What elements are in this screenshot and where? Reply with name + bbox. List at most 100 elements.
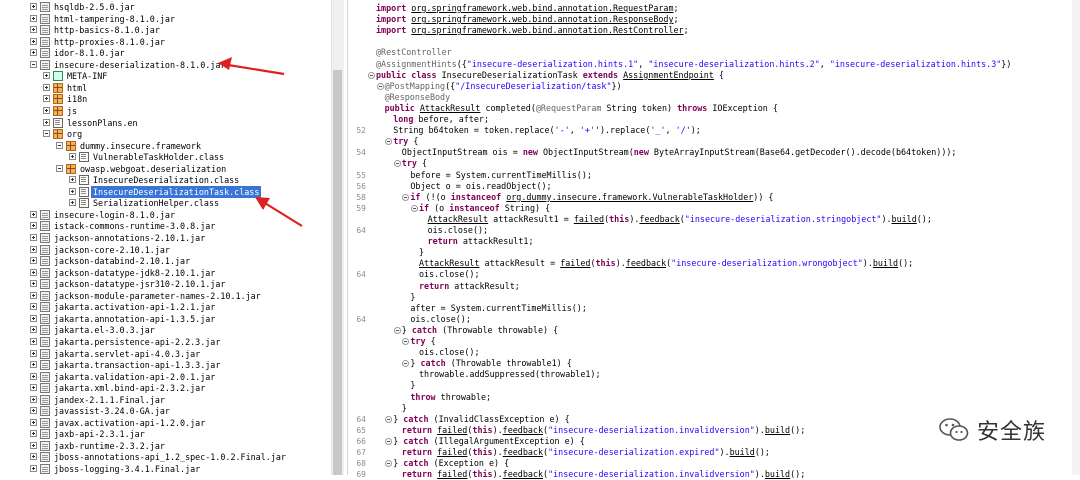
expand-icon[interactable]	[30, 222, 37, 230]
expand-icon[interactable]	[69, 153, 76, 161]
tree-item[interactable]: jboss-annotations-api_1.2_spec-1.0.2.Fin…	[0, 451, 330, 463]
tree-item[interactable]: insecure-login-8.1.0.jar	[0, 209, 330, 221]
code-line[interactable]: import org.springframework.web.bind.anno…	[376, 14, 679, 25]
tree-item-label[interactable]: insecure-login-8.1.0.jar	[52, 209, 177, 221]
code-line[interactable]: AttackResult attackResult = failed(this)…	[419, 258, 913, 269]
code-line[interactable]: return failed(this).feedback("insecure-d…	[402, 447, 770, 458]
code-line[interactable]: @AssignmentHints({"insecure-deserializat…	[376, 59, 1011, 70]
tree-item-label[interactable]: idor-8.1.0.jar	[52, 47, 127, 59]
expand-icon[interactable]	[30, 14, 37, 22]
tree-item[interactable]: i18n	[0, 93, 330, 105]
tree-item[interactable]: istack-commons-runtime-3.0.8.jar	[0, 220, 330, 232]
expand-icon[interactable]	[30, 430, 37, 438]
tree-item[interactable]: http-basics-8.1.0.jar	[0, 24, 330, 36]
expand-icon[interactable]	[30, 26, 37, 34]
tree-item[interactable]: org	[0, 128, 330, 140]
tree-item[interactable]: jackson-annotations-2.10.1.jar	[0, 232, 330, 244]
code-line[interactable]: long before, after;	[393, 114, 489, 125]
code-line[interactable]: } catch (Throwable throwable1) {	[410, 358, 571, 369]
collapse-icon[interactable]	[30, 60, 37, 68]
expand-icon[interactable]	[69, 187, 76, 195]
tree-item-label[interactable]: jackson-module-parameter-names-2.10.1.ja…	[52, 290, 263, 302]
code-line[interactable]: } catch (InvalidClassException e) {	[393, 414, 570, 425]
expand-icon[interactable]	[30, 337, 37, 345]
expand-icon[interactable]	[43, 72, 50, 80]
tree-item-label[interactable]: html	[65, 82, 89, 94]
code-line[interactable]: try {	[402, 158, 427, 169]
tree-item[interactable]: InsecureDeserializationTask.class	[0, 185, 330, 198]
tree-item-label[interactable]: jakarta.xml.bind-api-2.3.2.jar	[52, 382, 207, 394]
code-editor[interactable]: import org.springframework.web.bind.anno…	[347, 0, 1080, 479]
tree-item[interactable]: http-proxies-8.1.0.jar	[0, 36, 330, 48]
tree-item[interactable]: html	[0, 82, 330, 94]
tree-item-label[interactable]: SerializationHelper.class	[91, 197, 221, 209]
tree-item[interactable]: lessonPlans.en	[0, 117, 330, 129]
fold-icon[interactable]	[368, 71, 375, 79]
code-line[interactable]: if (o instanceof String) {	[419, 203, 550, 214]
code-line[interactable]: AttackResult attackResult1 = failed(this…	[428, 214, 932, 225]
expand-icon[interactable]	[30, 49, 37, 57]
tree-item[interactable]: jackson-databind-2.10.1.jar	[0, 255, 330, 267]
fold-icon[interactable]	[402, 338, 410, 345]
tree-item[interactable]: jboss-logging-3.4.1.Final.jar	[0, 463, 330, 475]
code-line[interactable]: }	[419, 247, 424, 258]
tree-item-label[interactable]: jakarta.transaction-api-1.3.3.jar	[52, 359, 222, 371]
editor-scrollbar[interactable]	[1072, 0, 1080, 475]
fold-icon[interactable]	[385, 415, 393, 423]
tree-item[interactable]: jackson-datatype-jsr310-2.10.1.jar	[0, 278, 330, 290]
expand-icon[interactable]	[30, 465, 37, 472]
fold-icon[interactable]	[393, 160, 401, 168]
fold-icon[interactable]	[402, 360, 410, 368]
tree-item[interactable]: InsecureDeserialization.class	[0, 174, 330, 186]
code-line[interactable]: } catch (Exception e) {	[393, 458, 509, 469]
code-line[interactable]: @RestController	[376, 47, 452, 58]
tree-item[interactable]: insecure-deserialization-8.1.0.jar	[0, 59, 330, 71]
expand-icon[interactable]	[30, 361, 37, 369]
tree-item[interactable]: jakarta.annotation-api-1.3.5.jar	[0, 313, 330, 325]
code-line[interactable]: ois.close();	[410, 314, 471, 325]
expand-icon[interactable]	[30, 407, 37, 415]
code-line[interactable]: try {	[410, 336, 435, 347]
expand-icon[interactable]	[30, 303, 37, 311]
tree-item-label[interactable]: jackson-datatype-jsr310-2.10.1.jar	[52, 278, 227, 290]
tree-item[interactable]: jackson-datatype-jdk8-2.10.1.jar	[0, 267, 330, 279]
expand-icon[interactable]	[30, 3, 37, 10]
expand-icon[interactable]	[30, 314, 37, 322]
tree-item-label[interactable]: jackson-datatype-jdk8-2.10.1.jar	[52, 267, 217, 279]
expand-icon[interactable]	[30, 453, 37, 461]
collapse-icon[interactable]	[43, 130, 50, 138]
expand-icon[interactable]	[30, 234, 37, 241]
code-line[interactable]: if (!(o instanceof org.dummy.insecure.fr…	[410, 192, 773, 203]
tree-item-label[interactable]: dummy.insecure.framework	[78, 140, 203, 152]
tree-item[interactable]: jakarta.transaction-api-1.3.3.jar	[0, 359, 330, 371]
fold-icon[interactable]	[393, 326, 401, 334]
tree-item[interactable]: SerializationHelper.class	[0, 197, 330, 209]
expand-icon[interactable]	[30, 395, 37, 403]
fold-icon[interactable]	[411, 204, 418, 212]
tree-item[interactable]: jakarta.activation-api-1.2.1.jar	[0, 301, 330, 313]
expand-icon[interactable]	[30, 384, 37, 392]
code-line[interactable]: throwable.addSuppressed(throwable1);	[419, 369, 601, 380]
tree-item[interactable]: VulnerableTaskHolder.class	[0, 151, 330, 163]
expand-icon[interactable]	[43, 118, 50, 126]
tree-item-label[interactable]: jaxb-api-2.3.1.jar	[52, 428, 147, 440]
fold-icon[interactable]	[385, 138, 393, 146]
tree-item-label[interactable]: jboss-logging-3.4.1.Final.jar	[52, 463, 202, 475]
fold-icon[interactable]	[385, 460, 393, 468]
tree-item-label[interactable]: jakarta.validation-api-2.0.1.jar	[52, 371, 217, 383]
code-line[interactable]: throw throwable;	[410, 392, 491, 403]
code-line[interactable]: return failed(this).feedback("insecure-d…	[402, 425, 805, 436]
tree-item-label[interactable]: jandex-2.1.1.Final.jar	[52, 394, 167, 406]
tree-item[interactable]: jakarta.el-3.0.3.jar	[0, 324, 330, 336]
fold-icon[interactable]	[385, 437, 393, 445]
code-line[interactable]: ObjectInputStream ois = new ObjectInputS…	[402, 147, 957, 158]
tree-item[interactable]: owasp.webgoat.deserialization	[0, 163, 330, 175]
code-line[interactable]: String b64token = token.replace('-', '+'…	[393, 125, 701, 136]
tree-item-label[interactable]: http-proxies-8.1.0.jar	[52, 36, 167, 48]
expand-icon[interactable]	[30, 349, 37, 357]
code-line[interactable]: import org.springframework.web.bind.anno…	[376, 25, 689, 36]
expand-icon[interactable]	[30, 245, 37, 253]
code-line[interactable]: ois.close();	[428, 225, 489, 236]
code-line[interactable]: }	[410, 380, 415, 391]
code-line[interactable]: public AttackResult completed(@RequestPa…	[385, 103, 778, 114]
